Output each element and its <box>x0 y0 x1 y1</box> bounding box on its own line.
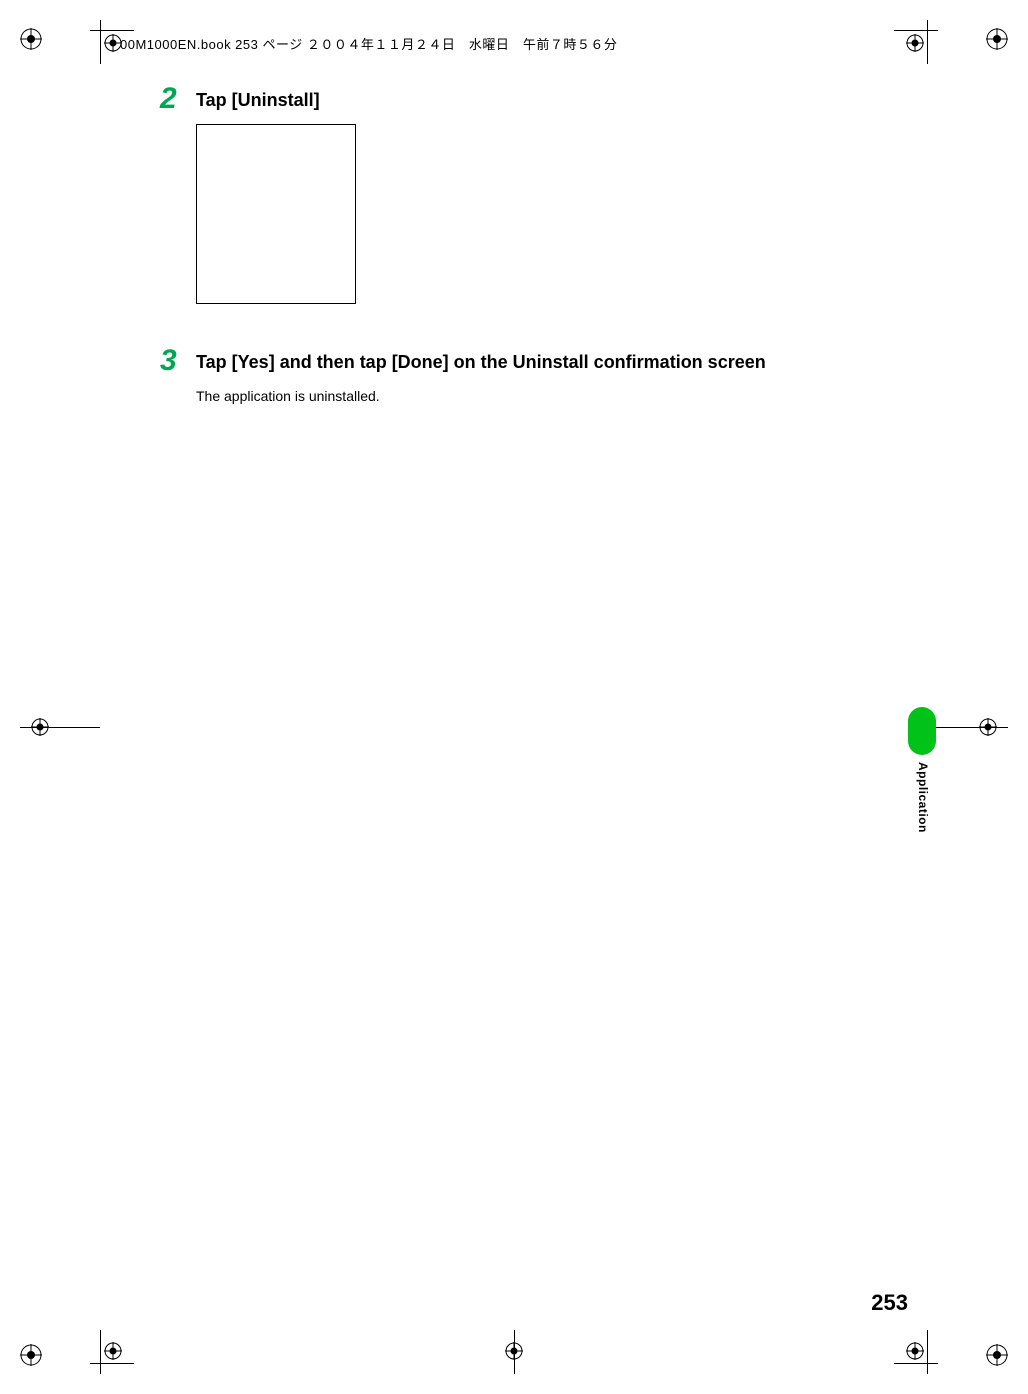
step-title: Tap [Uninstall] <box>196 88 888 112</box>
register-mark-icon <box>986 1344 1008 1366</box>
crop-mark-icon <box>90 1330 134 1374</box>
step-number: 2 <box>160 84 196 332</box>
page-content: 2 Tap [Uninstall] 3 Tap [Yes] and then t… <box>160 88 888 424</box>
crop-mark-icon <box>894 20 938 64</box>
register-mark-icon <box>986 28 1008 50</box>
crop-mark-icon <box>928 716 1008 738</box>
crop-mark-icon <box>894 1330 938 1374</box>
section-tab-label: Application <box>916 762 930 833</box>
step-body-text: The application is uninstalled. <box>196 387 888 407</box>
page-number: 253 <box>871 1290 908 1316</box>
step-3: 3 Tap [Yes] and then tap [Done] on the U… <box>160 350 888 406</box>
section-tab <box>908 707 936 755</box>
screenshot-placeholder <box>196 124 356 304</box>
step-2: 2 Tap [Uninstall] <box>160 88 888 332</box>
step-title: Tap [Yes] and then tap [Done] on the Uni… <box>196 350 888 374</box>
crop-mark-icon <box>20 716 100 738</box>
register-mark-icon <box>20 28 42 50</box>
step-number: 3 <box>160 346 196 406</box>
crop-mark-icon <box>503 1330 525 1374</box>
print-header-slug: 00M1000EN.book 253 ページ ２００４年１１月２４日 水曜日 午… <box>120 34 617 53</box>
register-mark-icon <box>20 1344 42 1366</box>
